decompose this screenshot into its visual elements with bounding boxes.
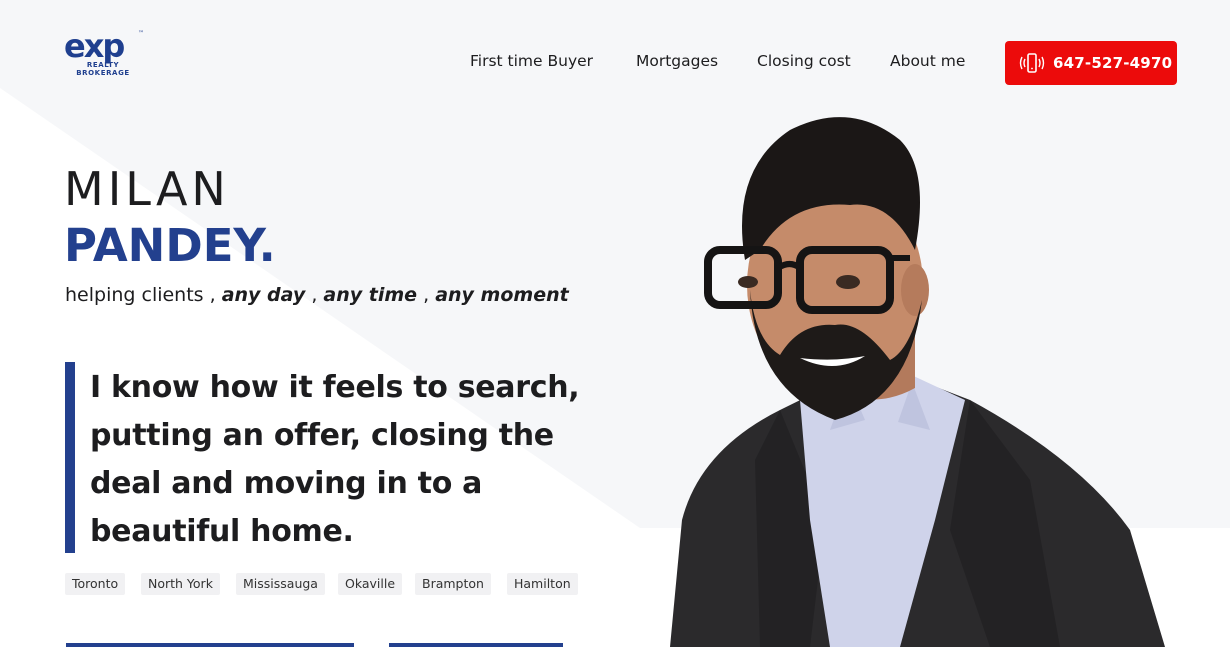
mobile-phone-ringing-icon	[1019, 53, 1045, 73]
logo-subtitle-line1: REALTY	[86, 61, 120, 69]
tagline-any-day: any day	[221, 284, 306, 306]
quote-line: putting an offer, closing the	[90, 418, 554, 453]
cta-button-primary[interactable]	[66, 643, 354, 647]
city-tag-hamilton: Hamilton	[507, 573, 578, 595]
city-tag-toronto: Toronto	[65, 573, 126, 595]
agent-portrait	[670, 117, 1165, 647]
quote-line: I know how it feels to search,	[90, 370, 580, 405]
tagline-separator: ,	[311, 284, 318, 306]
nav-item-first-time-buyer[interactable]: First time Buyer	[470, 52, 593, 70]
tagline: helping clients , any day , any time , a…	[65, 284, 569, 306]
logo-trademark: ™	[138, 30, 144, 37]
tagline-any-time: any time	[323, 284, 418, 306]
tagline-any-moment: any moment	[435, 284, 569, 306]
quote-accent-bar	[65, 362, 75, 553]
phone-number: 647-527-4970	[1053, 54, 1173, 72]
hero-quote: I know how it feels to search, putting a…	[90, 364, 610, 556]
nav-item-closing-cost[interactable]: Closing cost	[757, 52, 851, 70]
logo-subtitle-line2: BROKERAGE	[76, 69, 130, 77]
agent-last-name: PANDEY.	[64, 219, 276, 272]
quote-line: deal and moving in to a	[90, 466, 483, 501]
logo-subtitle: REALTY BROKERAGE	[70, 61, 136, 77]
exp-realty-logo[interactable]: exp ™ REALTY BROKERAGE	[64, 30, 148, 82]
nav-item-about-me[interactable]: About me	[890, 52, 965, 70]
nav-item-mortgages[interactable]: Mortgages	[636, 52, 718, 70]
logo-wordmark: exp	[64, 27, 125, 65]
city-tag-okaville: Okaville	[338, 573, 403, 595]
city-tag-mississauga: Mississauga	[236, 573, 325, 595]
tagline-prefix: helping clients ,	[65, 284, 216, 306]
tagline-separator: ,	[423, 284, 430, 306]
cta-button-secondary[interactable]	[389, 643, 563, 647]
phone-call-button[interactable]: 647-527-4970	[1005, 41, 1177, 85]
quote-line: beautiful home.	[90, 514, 354, 549]
city-tag-north-york: North York	[141, 573, 220, 595]
agent-first-name: MILAN	[64, 162, 230, 216]
city-tag-brampton: Brampton	[415, 573, 491, 595]
